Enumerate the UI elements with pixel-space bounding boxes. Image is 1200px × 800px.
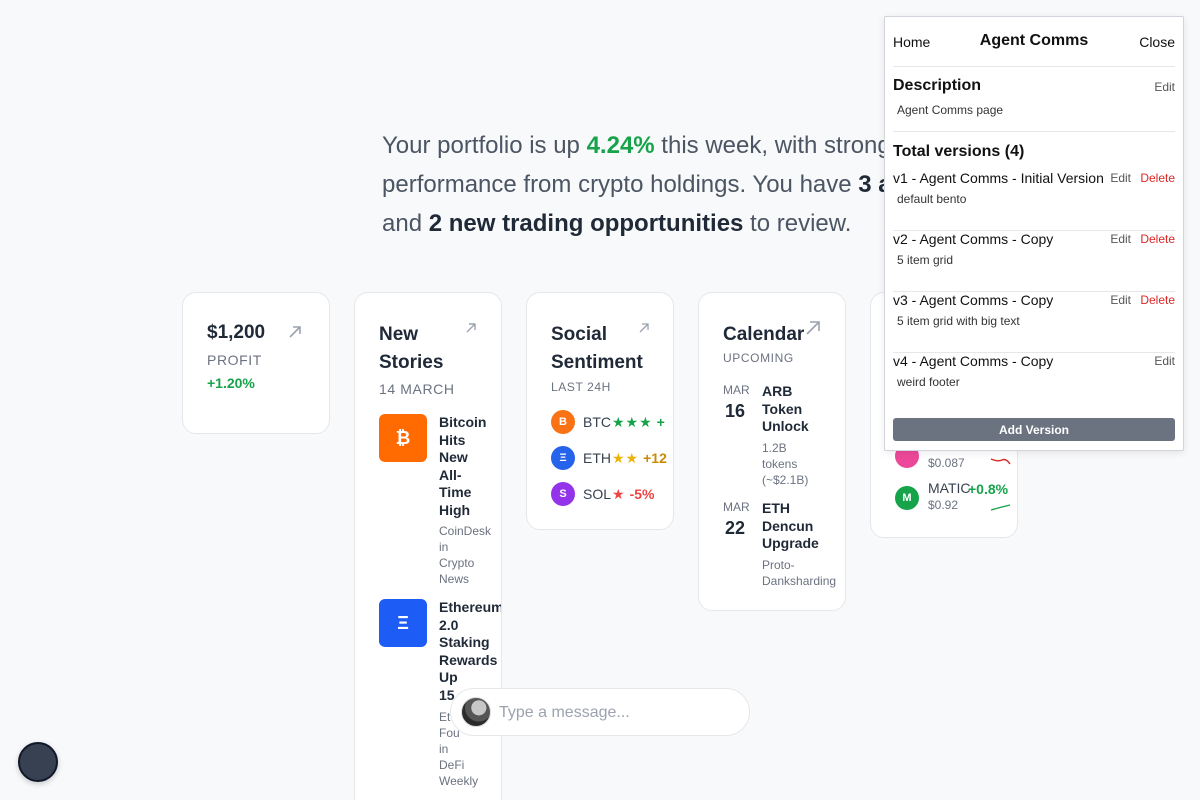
- event-title: ETH Dencun Upgrade: [762, 500, 819, 551]
- bitcoin-icon: ₿: [379, 414, 427, 462]
- news-item-source: CoinDesk in Crypto News: [439, 524, 492, 586]
- sentiment-row-sol[interactable]: S SOL ★ -5%: [551, 482, 654, 506]
- divider: [893, 131, 1175, 132]
- sentiment-change: -5%: [629, 486, 655, 502]
- version-description: weird footer: [897, 375, 960, 389]
- coin-change: +0.8%: [968, 481, 1009, 497]
- version-item: v4 - Agent Comms - Copy weird footer Edi…: [893, 353, 1175, 414]
- arrow-up-right-icon[interactable]: [465, 322, 479, 336]
- news-date: 14 MARCH: [379, 381, 455, 397]
- version-item: v1 - Agent Comms - Initial Version defau…: [893, 170, 1175, 231]
- sentiment-period: LAST 24H: [551, 380, 611, 394]
- star-rating-icon: ★★★: [612, 413, 653, 430]
- profit-change: +1.20%: [207, 375, 255, 391]
- delete-version-button[interactable]: Delete: [1140, 171, 1175, 185]
- sparkline-up-icon: [990, 504, 1011, 511]
- profit-card[interactable]: $1,200 PROFIT +1.20%: [182, 292, 330, 434]
- event-month: MAR: [723, 500, 750, 514]
- panel-title: Agent Comms: [979, 32, 1089, 49]
- edit-version-button[interactable]: Edit: [1154, 354, 1175, 368]
- event-month: MAR: [723, 383, 750, 397]
- news-title: New Stories: [379, 324, 444, 373]
- event-detail: 1.2B tokens (~$2.1B): [762, 441, 809, 487]
- description-heading: Description: [893, 77, 982, 94]
- sentiment-change: +: [656, 414, 665, 430]
- weekly-percent: 4.24%: [586, 132, 655, 159]
- version-name: v4 - Agent Comms - Copy: [893, 353, 1054, 369]
- floating-action-button[interactable]: [18, 742, 58, 782]
- chat-bar: [450, 688, 750, 736]
- coin-symbol: MATIC: [928, 480, 971, 496]
- coin-price: $0.92: [928, 498, 959, 512]
- edit-version-button[interactable]: Edit: [1110, 171, 1131, 185]
- avatar[interactable]: [461, 697, 491, 727]
- alerts-count: 3 a: [858, 171, 884, 198]
- star-rating-icon: ★: [612, 485, 626, 502]
- event-day: 16: [725, 401, 746, 421]
- portfolio-summary: Your portfolio is up 4.24% this week, wi…: [382, 126, 884, 243]
- sparkline-down-icon: [990, 458, 1011, 465]
- version-name: v3 - Agent Comms - Copy: [893, 292, 1054, 308]
- sentiment-card[interactable]: Social Sentiment LAST 24H B BTC ★★★ + Ξ …: [526, 292, 674, 530]
- market-row[interactable]: M MATIC $0.92 +0.8%: [895, 480, 1017, 518]
- edit-version-button[interactable]: Edit: [1110, 232, 1131, 246]
- star-rating-icon: ★★: [612, 449, 640, 466]
- coin-symbol: SOL: [583, 486, 612, 502]
- sol-coin-icon: S: [551, 482, 575, 506]
- coin-symbol: ETH: [583, 450, 611, 466]
- version-item: v2 - Agent Comms - Copy 5 item grid Edit…: [893, 231, 1175, 292]
- calendar-sub: UPCOMING: [723, 351, 794, 365]
- calendar-title: Calendar: [723, 324, 805, 345]
- btc-coin-icon: B: [551, 410, 575, 434]
- delete-version-button[interactable]: Delete: [1140, 232, 1175, 246]
- version-item: v3 - Agent Comms - Copy 5 item grid with…: [893, 292, 1175, 353]
- news-item[interactable]: ₿ Bitcoin Hits New All- Time High CoinDe…: [379, 414, 501, 594]
- version-name: v1 - Agent Comms - Initial Version: [893, 170, 1104, 186]
- calendar-event[interactable]: MAR 22 ETH Dencun Upgrade Proto- Danksha…: [723, 500, 843, 590]
- sentiment-title: Social Sentiment: [551, 324, 643, 373]
- calendar-event[interactable]: MAR 16 ARB Token Unlock 1.2B tokens (~$2…: [723, 383, 843, 493]
- news-item-title: Bitcoin Hits New All- Time High: [439, 414, 487, 518]
- coin-symbol: BTC: [583, 414, 611, 430]
- eth-coin-icon: Ξ: [551, 446, 575, 470]
- arrow-up-right-icon[interactable]: [639, 323, 653, 337]
- event-title: ARB Token Unlock: [762, 383, 809, 434]
- summary-line-1: Your portfolio is up 4.24% this week, wi…: [382, 132, 884, 159]
- sentiment-row-btc[interactable]: B BTC ★★★ +: [551, 410, 665, 434]
- edit-description-button[interactable]: Edit: [1154, 80, 1175, 94]
- message-input[interactable]: [499, 699, 739, 727]
- version-name: v2 - Agent Comms - Copy: [893, 231, 1054, 247]
- profit-value: $1,200: [207, 322, 266, 343]
- version-description: 5 item grid: [897, 253, 954, 267]
- description-text: Agent Comms page: [897, 103, 1004, 117]
- add-version-button[interactable]: Add Version: [893, 418, 1175, 441]
- close-button[interactable]: Close: [1139, 34, 1175, 50]
- matic-coin-icon: M: [895, 486, 919, 510]
- edit-version-button[interactable]: Edit: [1110, 293, 1131, 307]
- versions-heading: Total versions (4): [893, 143, 1025, 160]
- summary-line-3: and 2 new trading opportunities to revie…: [382, 210, 852, 237]
- event-detail: Proto- Danksharding: [762, 558, 837, 588]
- sentiment-row-eth[interactable]: Ξ ETH ★★ +12: [551, 446, 667, 470]
- profit-label: PROFIT: [207, 352, 262, 368]
- version-description: 5 item grid with big text: [897, 314, 1020, 328]
- coin-price: $0.087: [928, 456, 965, 470]
- version-description: default bento: [897, 192, 967, 206]
- arrow-up-right-icon[interactable]: [287, 324, 301, 338]
- calendar-card[interactable]: Calendar UPCOMING MAR 16 ARB Token Unloc…: [698, 292, 846, 611]
- ethereum-icon: Ξ: [379, 599, 427, 647]
- agent-comms-panel: Home Agent Comms Close Description Edit …: [884, 16, 1184, 451]
- sentiment-change: +12: [643, 450, 667, 466]
- event-day: 22: [725, 518, 746, 538]
- arrow-up-right-icon[interactable]: [805, 320, 820, 335]
- panel-header: Home Agent Comms Close: [893, 17, 1175, 67]
- opportunities-count: 2 new trading opportunities: [428, 210, 744, 237]
- delete-version-button[interactable]: Delete: [1140, 293, 1175, 307]
- summary-line-2: performance from crypto holdings. You ha…: [382, 165, 884, 204]
